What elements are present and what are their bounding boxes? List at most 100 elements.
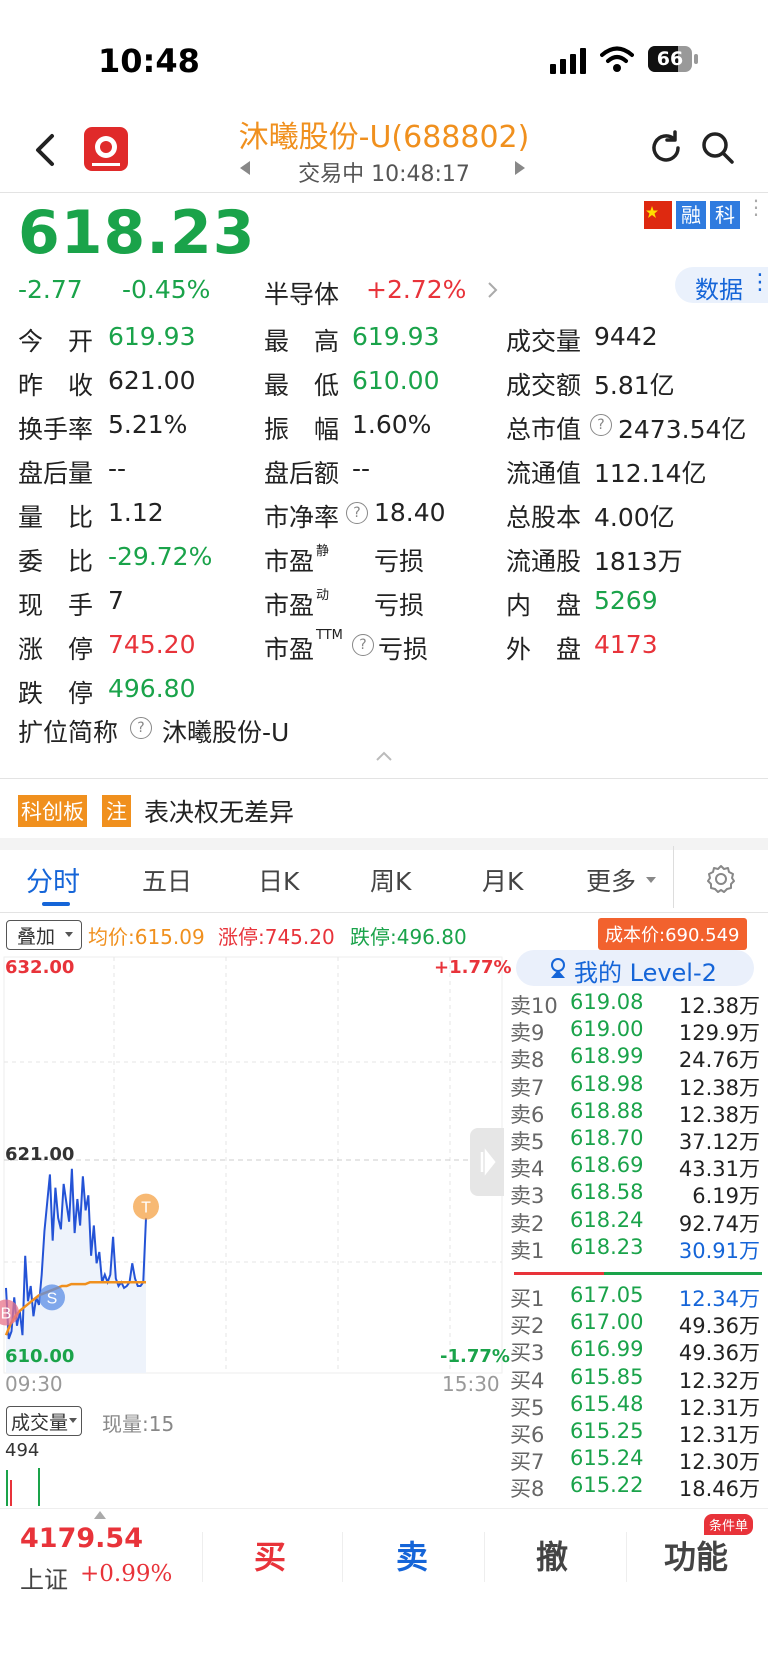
ask-level-label: 卖5 [510,1130,545,1154]
bid-row[interactable]: 买7 615.24 12.30万 [510,1446,760,1474]
bid-price: 615.24 [570,1446,644,1471]
help-icon[interactable]: ? [352,634,374,656]
tab-more[interactable]: 更多 [586,862,636,898]
ask-volume: 6.19万 [692,1184,760,1209]
pe-dynamic-label: 市盈 [264,591,315,620]
turnover-label: 换手率 [18,415,94,444]
ask-volume: 37.12万 [678,1130,760,1154]
tab-separator [673,846,674,908]
ask-row[interactable]: 卖7 618.98 12.38万 [510,1072,760,1100]
ask-row[interactable]: 卖8 618.99 24.76万 [510,1044,760,1073]
ask-level-label: 卖8 [510,1048,545,1073]
sector-pct[interactable]: +2.72% [366,275,466,304]
wifi-icon [600,46,634,74]
ask-volume: 92.74万 [678,1211,760,1236]
voting-rights-notice: 表决权无差异 [144,798,295,827]
help-icon[interactable]: ? [590,414,612,436]
current-volume: 现量:15 [102,1412,175,1436]
volume-label: 成交量 [506,327,582,356]
ask-price: 618.23 [570,1234,644,1259]
last-price: 618.23 [18,198,256,268]
prev-close-value: 621.00 [108,366,196,395]
ask-volume: 129.9万 [678,1021,760,1046]
bid-row[interactable]: 买8 615.22 18.46万 [510,1473,760,1502]
next-stock-arrow-icon[interactable] [515,161,525,175]
ask-row[interactable]: 卖2 618.24 92.74万 [510,1208,760,1236]
bid-row[interactable]: 买1 617.05 12.34万 [510,1283,760,1311]
more-badge-icon[interactable]: ⋮ [746,197,766,229]
tab-intraday[interactable]: 分时 [26,860,80,899]
bid-level-label: 买8 [510,1477,545,1502]
ask-level-label: 卖3 [510,1184,545,1209]
bottom-separator [342,1532,343,1582]
total-shares-value: 4.00亿 [594,503,675,532]
battery-icon: 66 [648,46,698,74]
cost-price-badge[interactable]: 成本价:690.549 [598,918,747,950]
bid-row[interactable]: 买5 615.48 12.31万 [510,1392,760,1420]
overlay-button[interactable]: 叠加 [6,920,82,950]
pb-value: 18.40 [374,498,446,527]
tab-daily-k[interactable]: 日K [258,862,299,898]
time-axis-end: 15:30 [442,1372,500,1396]
bid-volume: 12.31万 [678,1423,760,1447]
bid-row[interactable]: 买4 615.85 12.32万 [510,1365,760,1393]
ask-row[interactable]: 卖1 618.23 30.91万 [510,1234,760,1263]
bid-level-label: 买1 [510,1287,545,1311]
y-axis-top: 632.00 [5,957,75,978]
expand-handle-icon[interactable] [470,1128,504,1196]
bid-row[interactable]: 买6 615.25 12.31万 [510,1419,760,1447]
ask-volume: 24.76万 [678,1048,760,1073]
bid-row[interactable]: 买2 617.00 49.36万 [510,1310,760,1338]
help-icon[interactable]: ? [346,502,368,524]
bid-level-label: 买4 [510,1368,545,1393]
ask-row[interactable]: 卖9 619.00 129.9万 [510,1017,760,1046]
level2-button[interactable]: 我的 Level-2 [516,950,754,987]
cancel-order-button[interactable]: 撤 [536,1532,568,1578]
margin-badge: 融 [676,201,706,229]
sell-marker-icon-label: S [47,1290,58,1307]
inner-volume-value: 5269 [594,586,658,615]
volume-bar [38,1468,40,1506]
intraday-chart[interactable]: S T B [0,952,506,1398]
index-value[interactable]: 4179.54 [20,1523,143,1554]
header-divider [0,192,768,193]
spread-bar [514,1272,762,1275]
settings-gear-icon[interactable] [706,864,736,894]
star-market-badge: 科 [710,201,740,229]
ask-row[interactable]: 卖4 618.69 43.31万 [510,1153,760,1181]
ask-row[interactable]: 卖3 618.58 6.19万 [510,1180,760,1209]
ask-level-label: 卖2 [510,1211,545,1236]
tab-weekly-k[interactable]: 周K [370,862,411,898]
sell-button[interactable]: 卖 [396,1532,428,1578]
bid-row[interactable]: 买3 616.99 49.36万 [510,1337,760,1365]
refresh-icon[interactable] [648,130,684,166]
buy-button[interactable]: 买 [254,1532,286,1578]
ask-price: 618.69 [570,1153,644,1178]
function-button[interactable]: 功能 [664,1532,728,1578]
help-icon[interactable]: ? [130,717,152,739]
tab-monthly-k[interactable]: 月K [482,862,523,898]
avg-price: 均价:615.09 [88,925,205,949]
after-hours-amount-label: 盘后额 [264,459,340,488]
ask-level-label: 卖7 [510,1075,545,1100]
ask-row[interactable]: 卖10 619.08 12.38万 [510,990,760,1018]
ask-price: 619.00 [570,1017,644,1042]
float-shares-label: 流通股 [506,547,582,576]
inner-volume-label: 内 盘 [506,591,582,620]
tab-five-day[interactable]: 五日 [142,862,192,898]
sector-chevron-icon[interactable] [486,279,500,301]
bid-volume: 12.32万 [678,1368,760,1393]
collapse-chevron-icon[interactable] [374,748,394,762]
bottom-separator [484,1532,485,1582]
sector-name[interactable]: 半导体 [264,275,339,311]
section-divider [0,778,768,779]
ask-row[interactable]: 卖5 618.70 37.12万 [510,1126,760,1154]
data-button[interactable]: 数据 ⋮ [675,267,768,304]
outer-volume-value: 4173 [594,630,658,659]
volume-indicator-button[interactable]: 成交量 [6,1406,82,1436]
data-button-label: 数据 [695,276,743,304]
pe-static-label: 市盈 [264,547,315,576]
ask-row[interactable]: 卖6 618.88 12.38万 [510,1099,760,1127]
search-icon[interactable] [700,130,736,166]
conditional-order-badge[interactable]: 条件单 [704,1514,754,1535]
